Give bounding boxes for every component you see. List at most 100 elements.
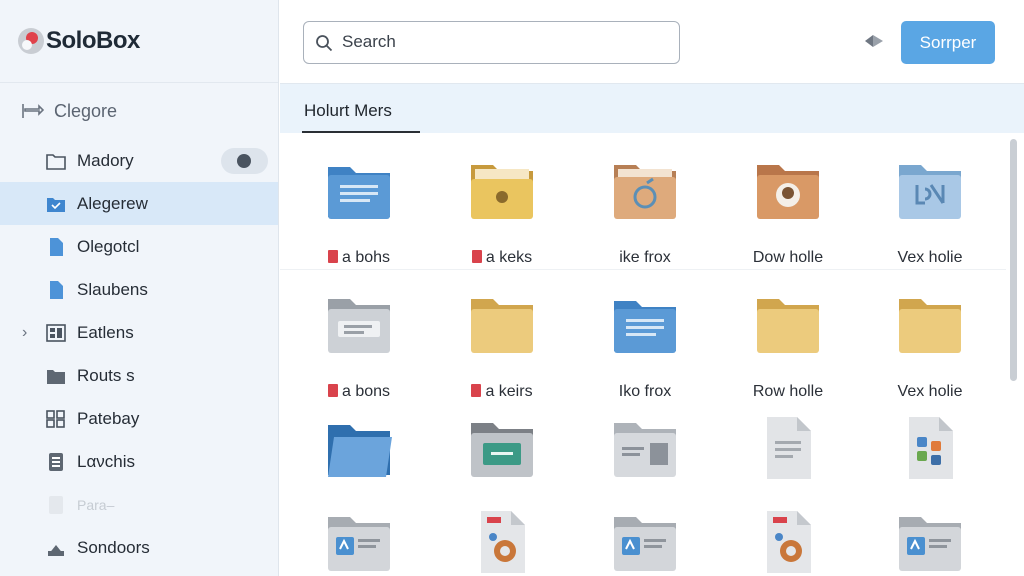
folder-icon — [467, 413, 537, 483]
file-item[interactable] — [299, 507, 419, 576]
file-item[interactable]: Vex holie — [870, 289, 990, 400]
folder-icon — [895, 155, 965, 225]
file-item[interactable]: a keirs — [442, 289, 562, 400]
folder-icon — [324, 413, 394, 483]
sidebar-item-patebay[interactable]: Patebay — [0, 397, 278, 440]
file-name: Row holle — [752, 383, 824, 400]
file-item[interactable]: Row holle — [728, 289, 848, 400]
file-item[interactable] — [870, 507, 990, 576]
folder-icon — [753, 289, 823, 359]
file-item[interactable]: a bons — [299, 289, 419, 400]
sidebar-item-slaubens[interactable]: Slaubens — [0, 268, 278, 311]
file-item[interactable]: Dow holle — [728, 155, 848, 266]
tag-icon — [471, 384, 482, 397]
app-logo-icon — [18, 28, 44, 54]
file-item[interactable]: ike frox — [585, 155, 705, 266]
sidebar-nav: Madory Alegerew Olegotcl Slaubens › Eatl… — [0, 139, 278, 569]
file-name: Dow holle — [752, 249, 824, 266]
folder-filled-icon — [46, 195, 66, 213]
sidebar-item-olegotcl[interactable]: Olegotcl — [0, 225, 278, 268]
folder-icon — [895, 289, 965, 359]
tag-icon — [327, 250, 338, 263]
sidebar-section-header[interactable]: Clegore — [0, 83, 278, 139]
file-item[interactable] — [585, 507, 705, 576]
sidebar-item-eatlens[interactable]: › Eatlens — [0, 311, 278, 354]
scrollbar-thumb[interactable] — [1010, 139, 1017, 381]
file-item[interactable] — [728, 507, 848, 576]
file-name: Vex holie — [897, 249, 963, 266]
file-item[interactable]: a keks — [442, 155, 562, 266]
file-item[interactable] — [442, 507, 562, 576]
document-icon — [46, 281, 66, 299]
row-divider — [280, 269, 1006, 270]
sidebar-item-routs[interactable]: Routs s — [0, 354, 278, 397]
folder-icon — [753, 155, 823, 225]
file-name: ike frox — [619, 249, 671, 266]
document-icon — [753, 413, 823, 483]
sidebar-section-label: Clegore — [54, 100, 118, 121]
file-name: a bons — [341, 383, 391, 400]
folder-icon — [610, 413, 680, 483]
faded-doc-icon — [46, 496, 66, 514]
folder-icon — [610, 507, 680, 576]
sidebar-item-label: Eatlens — [77, 322, 134, 342]
folder-icon — [895, 507, 965, 576]
file-name: a keks — [485, 249, 533, 266]
app-name: SoloBox — [46, 27, 140, 54]
folder-icon — [610, 289, 680, 359]
folder-icon — [324, 507, 394, 576]
top-bar: Sorrper — [280, 0, 1024, 83]
sidebar-item-label: Sondoors — [77, 537, 150, 557]
file-name: Iko frox — [618, 383, 672, 400]
clipboard-icon — [46, 453, 66, 471]
tag-icon — [327, 384, 338, 397]
scrollbar[interactable] — [1009, 133, 1019, 576]
sidebar-item-label: Routs s — [77, 365, 135, 385]
sidebar-item-label: Alegerew — [77, 193, 148, 213]
pin-icon[interactable] — [863, 31, 885, 51]
file-name: Vex holie — [897, 383, 963, 400]
sidebar-item-label: Lανchis — [77, 451, 136, 471]
folder-icon — [467, 155, 537, 225]
brand[interactable]: SoloBox — [0, 0, 278, 83]
file-name: a keirs — [485, 383, 533, 400]
sidebar-item-madory[interactable]: Madory — [0, 139, 278, 182]
file-item[interactable]: a bohs — [299, 155, 419, 266]
tab-strip: Holurt Mers — [280, 83, 1024, 133]
document-icon — [895, 413, 965, 483]
status-badge[interactable] — [221, 147, 268, 174]
primary-action-button[interactable]: Sorrper — [901, 21, 995, 64]
grid-doc-icon — [46, 324, 66, 342]
sidebar-item-label: Slaubens — [77, 279, 148, 299]
folder-dark-icon — [46, 367, 66, 385]
sidebar-item-para[interactable]: Para– — [0, 483, 278, 526]
file-grid: a bohs a keks ike frox Dow holle Vex hol… — [280, 133, 1024, 576]
sync-icon — [22, 104, 44, 118]
folder-outline-icon — [46, 152, 66, 170]
sidebar-item-label: Olegotcl — [77, 236, 140, 256]
document-icon — [753, 507, 823, 576]
file-name: a bohs — [341, 249, 391, 266]
folder-icon — [467, 289, 537, 359]
tab-holurt-mers[interactable]: Holurt Mers — [302, 84, 394, 134]
search-icon — [316, 35, 333, 52]
folder-icon — [610, 155, 680, 225]
sidebar-item-alegerew[interactable]: Alegerew — [0, 182, 278, 225]
grid-icon — [46, 410, 66, 428]
cloud-icon — [46, 539, 66, 557]
sidebar-item-lanchis[interactable]: Lανchis — [0, 440, 278, 483]
search-box[interactable] — [303, 21, 680, 64]
sidebar-item-label: Patebay — [77, 408, 140, 428]
folder-icon — [324, 289, 394, 359]
sidebar: SoloBox Clegore Madory Alegerew Olegotcl… — [0, 0, 279, 576]
chevron-right-icon[interactable]: › — [22, 324, 34, 340]
document-icon — [46, 238, 66, 256]
file-item[interactable]: Iko frox — [585, 289, 705, 400]
folder-icon — [324, 155, 394, 225]
document-icon — [467, 507, 537, 576]
sidebar-item-label: Madory — [77, 150, 134, 170]
sidebar-item-label: Para– — [77, 496, 115, 513]
sidebar-item-sondoors[interactable]: Sondoors — [0, 526, 278, 569]
file-item[interactable]: Vex holie — [870, 155, 990, 266]
search-input[interactable] — [342, 22, 672, 62]
